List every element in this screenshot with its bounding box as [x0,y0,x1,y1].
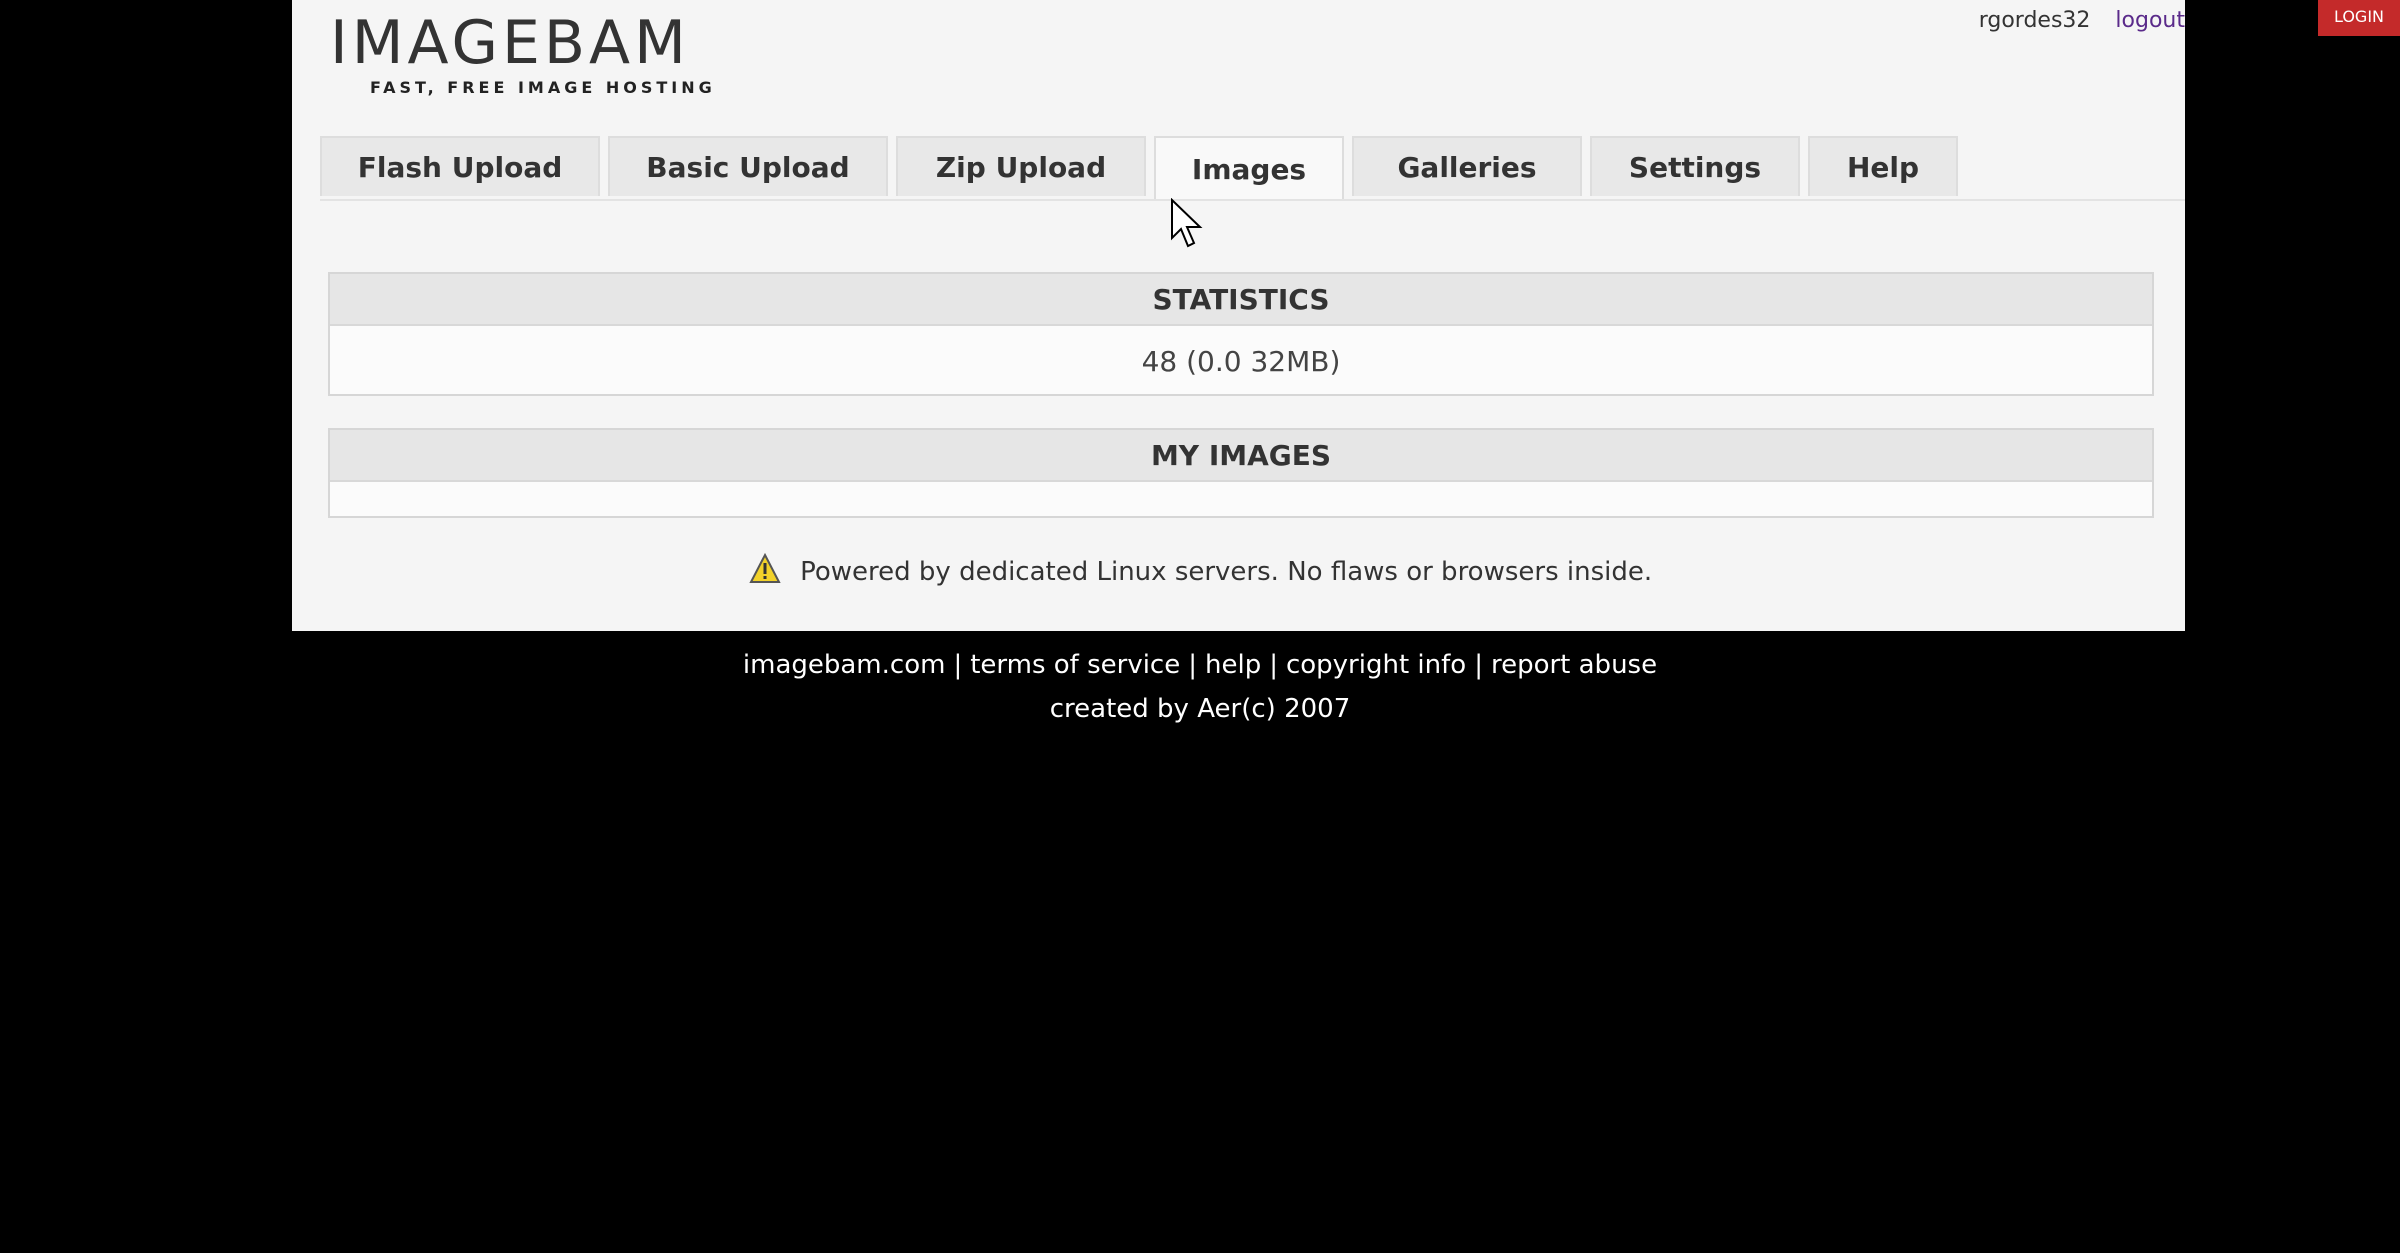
powered-text: Powered by dedicated Linux servers. No f… [800,557,1653,587]
statistics-section: STATISTICS 48 (0.0 32MB) [328,272,2154,396]
tab-bar: Flash Upload Basic Upload Zip Upload Ima… [320,136,1958,200]
footer-link-terms[interactable]: terms of service [970,650,1180,680]
my-images-body [330,482,2152,518]
logout-link[interactable]: logout [2115,8,2185,33]
my-images-header: MY IMAGES [330,430,2152,482]
tab-divider [320,199,2185,201]
tab-images[interactable]: Images [1154,136,1344,200]
footer-separator: | [1269,650,1278,680]
powered-notice: Powered by dedicated Linux servers. No f… [0,552,2400,593]
corner-badge[interactable]: LOGIN [2318,0,2400,36]
imagebam-logo[interactable]: IMAGEBAM FAST, FREE IMAGE HOSTING [330,8,750,100]
tab-settings[interactable]: Settings [1590,136,1800,196]
statistics-value: 48 (0.0 32MB) [1141,344,1341,378]
footer-link-report-abuse[interactable]: report abuse [1491,650,1657,680]
statistics-header: STATISTICS [330,274,2152,326]
footer-links: imagebam.com | terms of service | help | copyr… [0,650,2400,680]
logo-title: IMAGEBAM [330,8,690,78]
footer-link-copyright[interactable]: copyright info [1286,650,1466,680]
tab-galleries[interactable]: Galleries [1352,136,1582,196]
logo-tagline: FAST, FREE IMAGE HOSTING [370,78,716,97]
my-images-section: MY IMAGES [328,428,2154,518]
warning-icon [748,552,782,593]
footer-separator: | [1188,650,1197,680]
username: rgordes32 [1978,8,2091,33]
footer-link-help[interactable]: help [1205,650,1261,680]
footer-copyright: created by Aer(c) 2007 [1049,694,1351,724]
tab-flash-upload[interactable]: Flash Upload [320,136,600,196]
tab-basic-upload[interactable]: Basic Upload [608,136,888,196]
footer-separator: | [953,650,963,680]
tab-zip-upload[interactable]: Zip Upload [896,136,1146,196]
tab-help[interactable]: Help [1808,136,1958,196]
footer-link-home[interactable]: imagebam.com [743,650,946,680]
mouse-cursor-icon [1171,198,1203,248]
footer-separator: | [1474,650,1483,680]
user-bar: rgordes32 logout [1979,8,2185,33]
